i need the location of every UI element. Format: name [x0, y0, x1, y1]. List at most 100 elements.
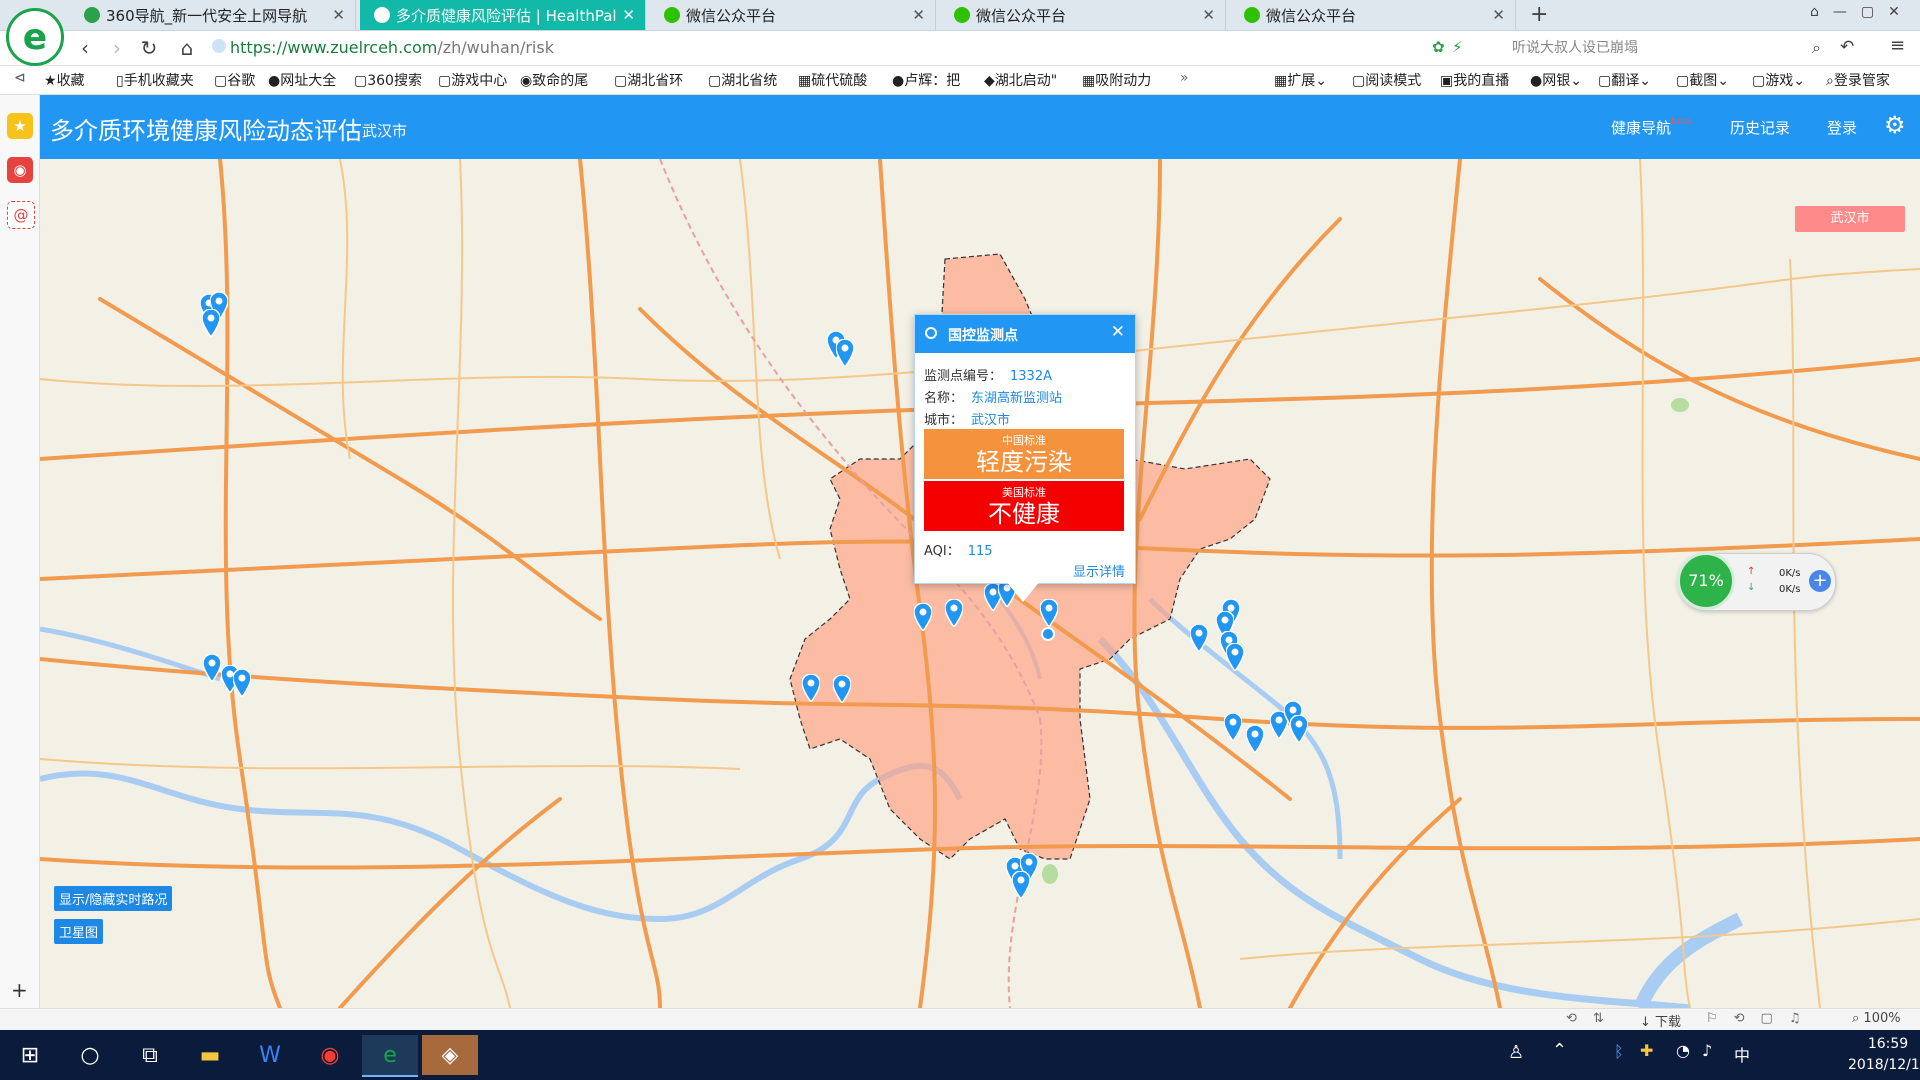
bookmark-item[interactable]: ◆湖北启动"	[984, 70, 1057, 90]
sidebar-toggle-icon[interactable]: ⊲	[14, 70, 26, 86]
wifi-icon[interactable]: ◔	[1676, 1041, 1690, 1060]
wps-icon[interactable]: W	[242, 1035, 298, 1075]
more-bookmarks-icon[interactable]: »	[1180, 70, 1189, 86]
close-icon[interactable]: ✕	[332, 6, 345, 24]
close-icon[interactable]: ✕	[1492, 6, 1505, 24]
tab-healthpal[interactable]: 多介质健康风险评估 | HealthPal ✕	[360, 0, 646, 30]
download-button[interactable]: ↓ 下载	[1640, 1011, 1681, 1030]
back-icon[interactable]: ‹	[72, 35, 98, 61]
monitoring-station-pin[interactable]	[836, 339, 854, 367]
monitoring-station-pin[interactable]	[914, 603, 932, 631]
nav-login[interactable]: 登录	[1827, 117, 1857, 138]
gear-icon[interactable]: ⚙	[1884, 111, 1906, 139]
monitoring-station-pin[interactable]	[802, 674, 820, 702]
status-misc-icons[interactable]: ⚐⟲▢♫	[1706, 1011, 1816, 1026]
toolbar-bank[interactable]: ●网银⌄	[1530, 70, 1582, 90]
bookmark-item[interactable]: ▢游戏中心	[438, 70, 507, 90]
tab-wechat-1[interactable]: 微信公众平台 ✕	[650, 0, 936, 30]
bookmark-item[interactable]: ▯手机收藏夹	[116, 70, 194, 90]
network-speed-widget[interactable]: 71% ↑ ↓ 0K/s 0K/s +	[1677, 552, 1836, 611]
toolbar-games[interactable]: ▢游戏⌄	[1752, 70, 1805, 90]
bookmark-item[interactable]: ▢谷歌	[214, 70, 255, 90]
menu-icon[interactable]: ≡	[1890, 35, 1905, 56]
tab-wechat-3[interactable]: 微信公众平台 ✕	[1230, 0, 1516, 30]
monitoring-station-pin[interactable]	[233, 669, 251, 697]
toolbar-screenshot[interactable]: ▢截图⌄	[1676, 70, 1729, 90]
forward-icon[interactable]: ›	[104, 35, 130, 61]
mail-icon[interactable]: @	[7, 201, 35, 229]
close-icon[interactable]: ✕	[1111, 322, 1125, 342]
system-clock[interactable]: 16:59 2018/12/14	[1848, 1034, 1920, 1076]
close-icon[interactable]: ✕	[912, 6, 925, 24]
city-selector-button[interactable]: 武汉市	[1795, 206, 1905, 232]
star-icon[interactable]: ★	[7, 113, 33, 139]
windows-start-icon[interactable]: ⊞	[2, 1035, 58, 1075]
undo-icon[interactable]: ↶	[1840, 37, 1854, 57]
site-info-icon[interactable]	[212, 39, 226, 53]
speed-mode-icon[interactable]: ⚡	[1452, 38, 1463, 56]
zoom-level[interactable]: ⌕ 100%	[1852, 1011, 1901, 1026]
monitoring-station-pin[interactable]	[202, 309, 220, 337]
bookmark-item[interactable]: ●网址大全	[268, 70, 336, 90]
browser-logo-icon[interactable]: e	[6, 8, 64, 66]
task-view-icon[interactable]: ⧉	[122, 1035, 178, 1075]
monitoring-station-pin[interactable]	[1290, 715, 1308, 743]
reload-icon[interactable]: ↻	[136, 35, 162, 61]
monitoring-station-pin[interactable]	[1224, 713, 1242, 741]
weibo-icon[interactable]: ◉	[7, 157, 33, 183]
bookmark-item[interactable]: ▦硫代硫酸	[798, 70, 867, 90]
home-icon[interactable]: ⌂	[174, 35, 200, 61]
search-icon[interactable]: ⌕	[1812, 38, 1821, 58]
monitoring-station-pin[interactable]	[945, 599, 963, 627]
toolbar-extensions[interactable]: ▦扩展⌄	[1274, 70, 1327, 90]
ime-indicator[interactable]: 中	[1734, 1042, 1750, 1066]
memory-usage-percent[interactable]: 71%	[1677, 552, 1735, 610]
status-tool-icons[interactable]: ⟲⇅	[1566, 1011, 1620, 1026]
monitoring-station-pin[interactable]	[203, 654, 221, 682]
people-icon[interactable]: ♙	[1508, 1042, 1524, 1063]
file-explorer-icon[interactable]: ▬	[182, 1035, 238, 1075]
add-sidebar-icon[interactable]: +	[11, 978, 28, 1002]
close-icon[interactable]: ✕	[1202, 6, 1215, 24]
bookmark-item[interactable]: ●卢辉：把	[892, 70, 960, 90]
bookmark-item[interactable]: ▢湖北省统	[708, 70, 777, 90]
toggle-traffic-button[interactable]: 显示/隐藏实时路况	[54, 886, 173, 911]
toolbar-reader[interactable]: ▢阅读模式	[1352, 70, 1421, 90]
security-tray-icon[interactable]: ✚	[1640, 1041, 1653, 1060]
search-input[interactable]: 听说大叔人设已崩塌	[1512, 36, 1812, 60]
monitoring-station-pin[interactable]	[1226, 643, 1244, 671]
bookmark-item[interactable]: ★收藏	[44, 70, 85, 90]
satellite-view-button[interactable]: 卫星图	[54, 919, 104, 944]
toolbar-translate[interactable]: ▢翻译⌄	[1598, 70, 1651, 90]
nav-history[interactable]: 历史记录	[1730, 117, 1790, 138]
monitoring-station-pin[interactable]	[1040, 599, 1058, 627]
monitoring-station-pin[interactable]	[1246, 725, 1264, 753]
monitoring-station-pin[interactable]	[1012, 871, 1030, 899]
tab-360-nav[interactable]: 360导航_新一代安全上网导航 ✕	[70, 0, 356, 30]
cortana-icon[interactable]: ○	[62, 1035, 118, 1075]
url-field[interactable]: https://www.zuelrceh.com/zh/wuhan/risk	[230, 36, 1480, 60]
window-controls[interactable]: ⌂—▢✕	[1810, 4, 1914, 20]
bookmark-item[interactable]: ▦吸附动力	[1082, 70, 1151, 90]
photo-app-icon[interactable]: ◈	[422, 1035, 478, 1075]
bookmark-item[interactable]: ▢360搜索	[354, 70, 422, 90]
show-detail-link[interactable]: 显示详情	[1073, 561, 1125, 580]
toolbar-live[interactable]: ▣我的直播	[1440, 70, 1509, 90]
tab-wechat-2[interactable]: 微信公众平台 ✕	[940, 0, 1226, 30]
new-tab-button[interactable]: +	[1530, 2, 1548, 27]
monitoring-station-pin[interactable]	[1190, 624, 1208, 652]
netease-music-icon[interactable]: ◉	[302, 1035, 358, 1075]
bookmark-item[interactable]: ◉致命的尾	[520, 70, 588, 90]
security-shield-icon[interactable]: ✿	[1432, 38, 1445, 56]
bookmark-item[interactable]: ▢湖北省环	[614, 70, 683, 90]
chevron-up-icon[interactable]: ⌃	[1552, 1040, 1567, 1061]
toolbar-login-manager[interactable]: ⌕登录管家	[1826, 70, 1890, 90]
plus-icon[interactable]: +	[1809, 570, 1831, 592]
monitoring-station-pin[interactable]	[833, 675, 851, 703]
browser-taskbar-icon[interactable]: e	[362, 1035, 418, 1077]
close-icon[interactable]: ✕	[622, 6, 635, 24]
bluetooth-icon[interactable]: ᛒ	[1614, 1042, 1624, 1061]
volume-icon[interactable]: ♪	[1702, 1041, 1712, 1060]
nav-health-navigation[interactable]: 健康导航beta	[1611, 117, 1691, 138]
selected-station-marker[interactable]	[1041, 627, 1055, 641]
